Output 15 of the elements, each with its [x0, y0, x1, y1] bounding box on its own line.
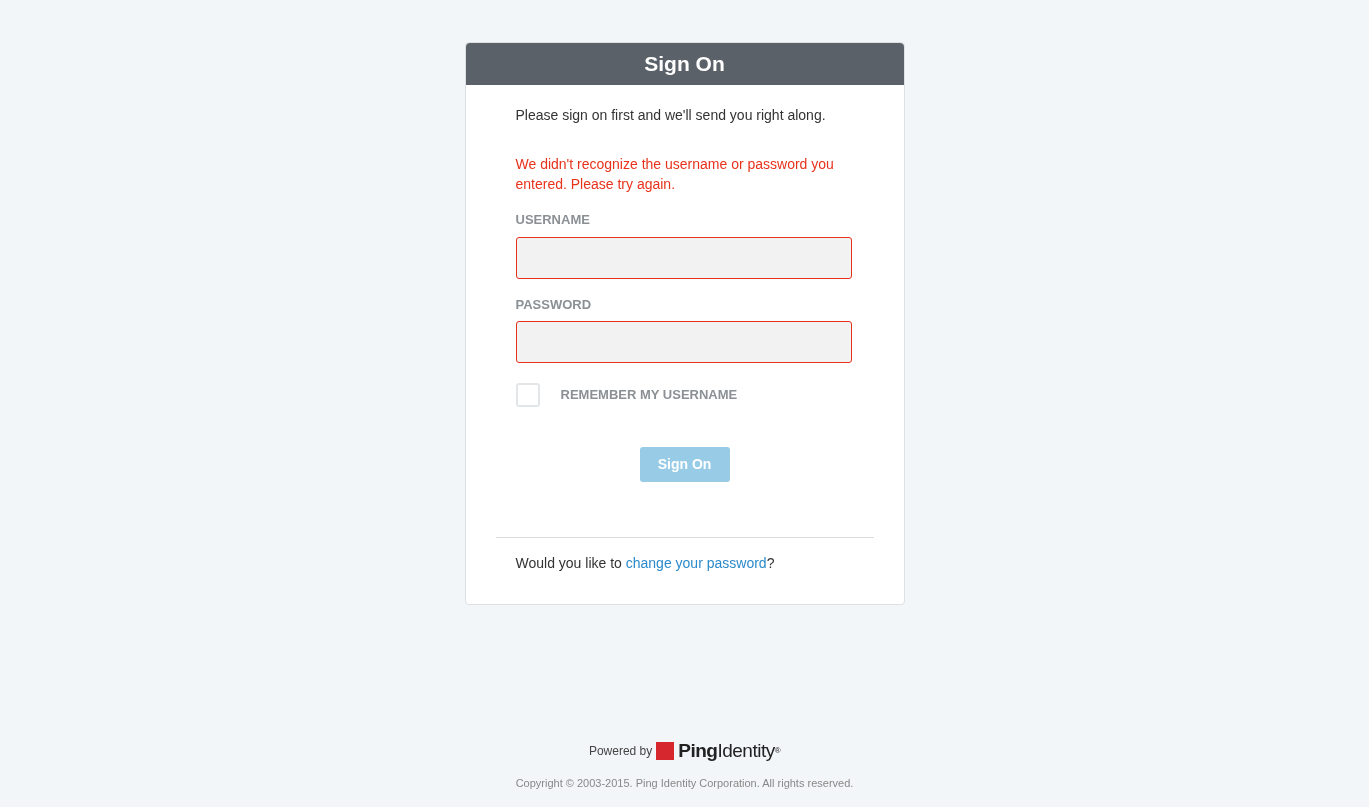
- logo: PingIdentity$^{®}$: [678, 739, 781, 763]
- change-password-link[interactable]: change your password: [625, 555, 767, 571]
- field-label: PASSWORD: [515, 295, 593, 314]
- card-title: Sign On: [465, 43, 904, 85]
- change-password-prompt: Would you like to change your password?: [515, 555, 775, 571]
- powered-by-text: Powered by: [588, 743, 653, 761]
- username-field[interactable]: [515, 236, 852, 279]
- remember-label[interactable]: REMEMBER MY USERNAME: [560, 385, 738, 405]
- error-message: We didn't recognize the username or password you entered. Please try again.: [515, 155, 835, 194]
- intro-text: Please sign on first and we'll send you right along.: [515, 106, 827, 125]
- copyright-text: Copyright © 2003-2015. Ping Identity Corporation. All rights reserved.: [515, 775, 854, 791]
- logo-square-icon: [656, 742, 675, 761]
- field-label: USERNAME: [515, 211, 591, 229]
- remember-checkbox[interactable]: [515, 383, 540, 407]
- password-field[interactable]: [515, 321, 852, 363]
